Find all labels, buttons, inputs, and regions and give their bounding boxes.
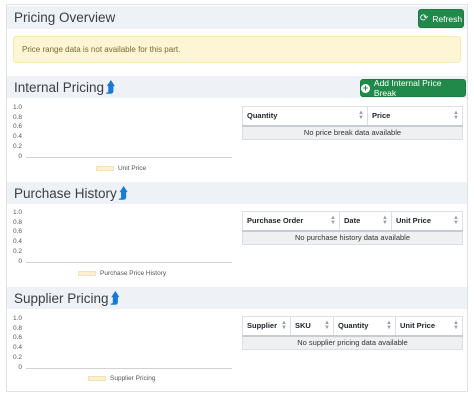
- sort-icon: ▲ ▼: [281, 319, 287, 331]
- legend-swatch: [96, 166, 114, 171]
- y-tick: 0.8: [12, 325, 22, 332]
- purchase-history-chart: 1.0 0.8 0.6 0.4 0.2 0 Purchase Price His…: [10, 209, 232, 281]
- chart-legend[interactable]: Supplier Pricing: [88, 375, 156, 382]
- empty-table-message: No price break data available: [242, 125, 463, 140]
- y-tick: 0.6: [12, 334, 22, 341]
- sort-icon: ▲ ▼: [324, 319, 330, 331]
- internal-pricing-table: Quantity ▲ ▼ Price ▲ ▼ No price break data a…: [242, 106, 463, 140]
- y-tick: 0: [18, 153, 22, 160]
- legend-swatch: [88, 376, 106, 381]
- plus-circle-icon: +: [361, 82, 370, 93]
- add-internal-price-break-button[interactable]: + Add Internal Price Break: [360, 78, 466, 98]
- y-tick: 0.6: [12, 123, 22, 130]
- column-header-quantity[interactable]: Quantity ▲ ▼: [333, 316, 396, 337]
- alert-message: Price range data is not available for th…: [22, 45, 181, 54]
- column-header-date[interactable]: Date ▲ ▼: [339, 211, 392, 232]
- y-tick: 1.0: [12, 104, 22, 111]
- arrow-up-icon[interactable]: ⮭: [119, 185, 128, 202]
- y-tick: 0.2: [12, 248, 22, 255]
- price-range-alert: Price range data is not available for th…: [13, 36, 461, 63]
- column-header-price[interactable]: Price ▲ ▼: [367, 106, 463, 127]
- pricing-overview-header: Pricing Overview: [7, 6, 467, 29]
- y-tick: 0.8: [12, 114, 22, 121]
- column-header-purchase-order[interactable]: Purchase Order ▲ ▼: [242, 211, 340, 232]
- y-tick: 0.2: [12, 354, 22, 361]
- chart-legend[interactable]: Unit Price: [96, 165, 146, 172]
- y-tick: 0: [18, 364, 22, 371]
- supplier-pricing-table: Supplier ▲ ▼ SKU ▲ ▼ Quantity ▲ ▼ Unit Price ▲ ▼…: [242, 316, 463, 350]
- y-tick: 0.8: [12, 219, 22, 226]
- y-tick: 0.4: [12, 133, 22, 140]
- internal-pricing-title: Internal Pricing: [14, 80, 105, 95]
- column-header-sku[interactable]: SKU ▲ ▼: [290, 316, 334, 337]
- legend-label: Supplier Pricing: [110, 375, 156, 382]
- sort-icon: ▲ ▼: [453, 214, 459, 226]
- column-header-quantity[interactable]: Quantity ▲ ▼: [242, 106, 368, 127]
- purchase-history-header: Purchase History ⮭: [7, 182, 467, 204]
- purchase-history-title: Purchase History: [14, 186, 117, 201]
- y-tick: 0.4: [12, 344, 22, 351]
- x-axis-line: [26, 262, 232, 263]
- refresh-button[interactable]: ⟳ Refresh: [418, 9, 464, 28]
- sort-icon: ▲ ▼: [386, 319, 392, 331]
- supplier-pricing-header: Supplier Pricing ⮭: [7, 287, 467, 309]
- legend-label: Purchase Price History: [100, 270, 167, 277]
- sort-icon: ▲ ▼: [453, 319, 459, 331]
- internal-pricing-chart: 1.0 0.8 0.6 0.4 0.2 0 Unit Price: [10, 104, 232, 176]
- column-header-unit-price[interactable]: Unit Price ▲ ▼: [391, 211, 463, 232]
- y-tick: 0.4: [12, 238, 22, 245]
- add-price-break-label: Add Internal Price Break: [373, 78, 442, 98]
- y-tick: 0.6: [12, 228, 22, 235]
- sort-icon: ▲ ▼: [330, 214, 336, 226]
- supplier-pricing-title: Supplier Pricing: [14, 291, 109, 306]
- refresh-icon: ⟳: [419, 13, 429, 24]
- y-tick: 1.0: [12, 315, 22, 322]
- x-axis-line: [26, 368, 232, 369]
- sort-icon: ▲ ▼: [382, 214, 388, 226]
- y-tick: 0.2: [12, 143, 22, 150]
- page-title: Pricing Overview: [14, 10, 116, 25]
- empty-table-message: No supplier pricing data available: [242, 335, 463, 350]
- arrow-up-icon[interactable]: ⮭: [106, 79, 115, 96]
- column-header-supplier[interactable]: Supplier ▲ ▼: [242, 316, 291, 337]
- refresh-button-label: Refresh: [432, 13, 463, 24]
- supplier-pricing-chart: 1.0 0.8 0.6 0.4 0.2 0 Supplier Pricing: [10, 315, 232, 387]
- sort-icon: ▲ ▼: [453, 109, 459, 121]
- chart-legend[interactable]: Purchase Price History: [78, 270, 166, 277]
- x-axis-line: [26, 157, 232, 158]
- purchase-history-table: Purchase Order ▲ ▼ Date ▲ ▼ Unit Price ▲ ▼ No …: [242, 211, 463, 245]
- legend-label: Unit Price: [118, 165, 147, 172]
- empty-table-message: No purchase history data available: [242, 230, 463, 245]
- y-tick: 1.0: [12, 209, 22, 216]
- y-tick: 0: [18, 258, 22, 265]
- column-header-unit-price[interactable]: Unit Price ▲ ▼: [395, 316, 463, 337]
- arrow-up-icon[interactable]: ⮭: [111, 290, 120, 307]
- sort-icon: ▲ ▼: [358, 109, 364, 121]
- legend-swatch: [78, 271, 96, 276]
